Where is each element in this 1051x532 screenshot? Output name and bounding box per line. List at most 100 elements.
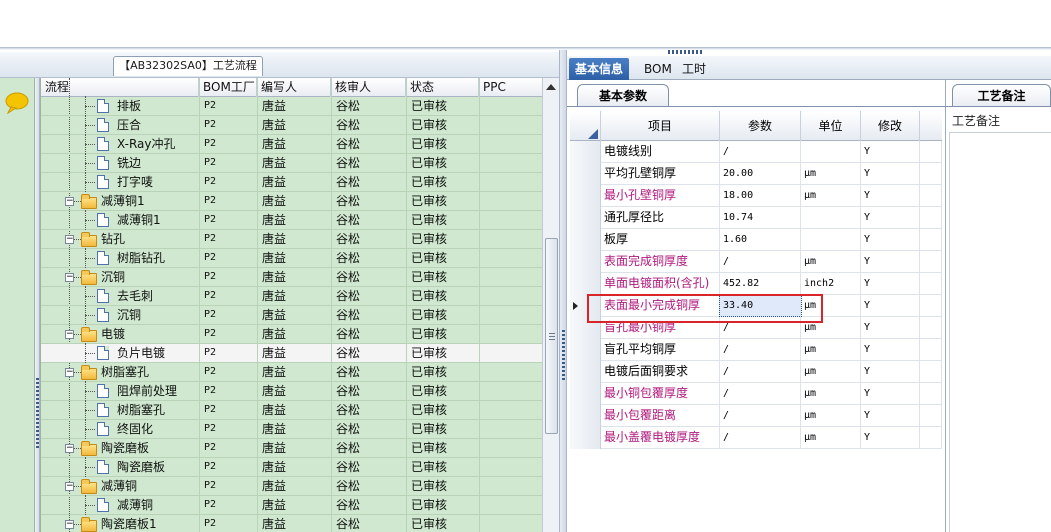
process-row[interactable]: 铣边 P2 唐益 谷松 已审核	[41, 153, 542, 173]
tab-bom[interactable]: BOM	[638, 58, 678, 80]
process-step-name: 树脂塞孔	[117, 403, 166, 417]
param-row[interactable]: 表面完成铜厚度 / μm Y	[570, 251, 942, 273]
param-value-cell[interactable]: /	[720, 405, 801, 426]
process-grid[interactable]: 流程 BOM工厂 编写人 核审人 状态 PPC 排板 P2 唐益 谷松 已审核 压合 P2 唐益 谷松 已审…	[40, 78, 542, 532]
process-row[interactable]: − 钻孔 P2 唐益 谷松 已审核	[41, 230, 542, 249]
col-modify[interactable]: 修改	[861, 111, 920, 141]
param-value-cell[interactable]: /	[720, 339, 801, 360]
row-indicator[interactable]	[570, 251, 601, 273]
param-value-cell[interactable]: 10.74	[720, 207, 801, 228]
process-row[interactable]: 负片电镀 P2 唐益 谷松 已审核	[41, 343, 542, 363]
param-row[interactable]: 电镀后面铜要求 / μm Y	[570, 361, 942, 383]
reviewer-cell: 谷松	[336, 327, 361, 341]
process-row[interactable]: 压合 P2 唐益 谷松 已审核	[41, 115, 542, 135]
tab-basic-params[interactable]: 基本参数	[577, 84, 669, 106]
param-value-cell[interactable]: /	[720, 361, 801, 382]
collapse-icon[interactable]: −	[65, 197, 74, 206]
param-value-cell[interactable]: 1.60	[720, 229, 801, 250]
process-row[interactable]: − 减薄铜1 P2 唐益 谷松 已审核	[41, 192, 542, 211]
process-row[interactable]: 减薄铜1 P2 唐益 谷松 已审核	[41, 210, 542, 230]
param-row[interactable]: 最小孔壁铜厚 18.00 μm Y	[570, 185, 942, 207]
process-row[interactable]: 树脂钻孔 P2 唐益 谷松 已审核	[41, 248, 542, 268]
collapse-icon[interactable]: −	[65, 482, 74, 491]
remark-input[interactable]	[949, 133, 1051, 532]
process-row[interactable]: 陶瓷磨板 P2 唐益 谷松 已审核	[41, 457, 542, 477]
col-ppc[interactable]: PPC	[479, 78, 542, 97]
row-indicator[interactable]	[570, 427, 601, 449]
param-value-cell[interactable]: 18.00	[720, 185, 801, 206]
process-row[interactable]: 阻焊前处理 P2 唐益 谷松 已审核	[41, 381, 542, 401]
process-row[interactable]: 排板 P2 唐益 谷松 已审核	[41, 96, 542, 116]
process-row[interactable]: 树脂塞孔 P2 唐益 谷松 已审核	[41, 400, 542, 420]
param-value-cell[interactable]: /	[720, 427, 801, 448]
row-indicator[interactable]	[570, 229, 601, 251]
collapse-icon[interactable]: −	[65, 273, 74, 282]
param-row[interactable]: 平均孔壁铜厚 20.00 μm Y	[570, 163, 942, 185]
process-row[interactable]: 减薄铜 P2 唐益 谷松 已审核	[41, 495, 542, 515]
middle-splitter[interactable]	[559, 50, 567, 532]
col-item[interactable]: 项目	[601, 111, 720, 141]
process-row[interactable]: − 减薄铜 P2 唐益 谷松 已审核	[41, 477, 542, 496]
process-row[interactable]: X-Ray冲孔 P2 唐益 谷松 已审核	[41, 134, 542, 154]
param-row[interactable]: 通孔厚径比 10.74 Y	[570, 207, 942, 229]
param-row[interactable]: 最小铜包覆厚度 / μm Y	[570, 383, 942, 405]
writer-cell: 唐益	[262, 118, 287, 132]
param-row[interactable]: 电镀线别 / Y	[570, 141, 942, 163]
param-value-cell[interactable]: 452.82	[720, 273, 801, 294]
tab-process-remark[interactable]: 工艺备注	[952, 84, 1051, 106]
collapse-icon[interactable]: −	[65, 368, 74, 377]
scroll-up-icon[interactable]	[546, 84, 556, 90]
param-value-cell[interactable]: /	[720, 141, 801, 162]
collapse-icon[interactable]: −	[65, 330, 74, 339]
row-indicator[interactable]	[570, 185, 601, 207]
tab-work-hours[interactable]: 工时	[676, 58, 712, 80]
scrollbar-thumb[interactable]	[545, 238, 558, 434]
col-unit[interactable]: 单位	[801, 111, 861, 141]
param-row[interactable]: 盲孔平均铜厚 / μm Y	[570, 339, 942, 361]
bom-factory-cell: P2	[204, 138, 217, 149]
param-value-cell[interactable]: /	[720, 383, 801, 404]
document-icon	[97, 384, 109, 398]
collapse-icon[interactable]: −	[65, 444, 74, 453]
folder-icon	[81, 365, 97, 380]
process-row[interactable]: − 陶瓷磨板1 P2 唐益 谷松 已审核	[41, 515, 542, 532]
col-reviewer[interactable]: 核审人	[331, 78, 406, 97]
row-indicator[interactable]	[570, 207, 601, 229]
row-indicator[interactable]	[570, 163, 601, 185]
process-row[interactable]: 终固化 P2 唐益 谷松 已审核	[41, 419, 542, 439]
col-value[interactable]: 参数	[720, 111, 801, 141]
col-bom-factory[interactable]: BOM工厂	[199, 78, 257, 97]
collapse-icon[interactable]: −	[65, 520, 74, 529]
process-row[interactable]: − 树脂塞孔 P2 唐益 谷松 已审核	[41, 363, 542, 382]
writer-cell: 唐益	[262, 251, 287, 265]
param-value-cell[interactable]: 20.00	[720, 163, 801, 184]
process-row[interactable]: − 陶瓷磨板 P2 唐益 谷松 已审核	[41, 439, 542, 458]
status-cell: 已审核	[411, 479, 448, 493]
row-indicator[interactable]	[570, 383, 601, 405]
row-indicator[interactable]	[570, 361, 601, 383]
param-row[interactable]: 单面电镀面积(含孔) 452.82 inch2 Y	[570, 273, 942, 295]
process-row[interactable]: 沉铜 P2 唐益 谷松 已审核	[41, 305, 542, 325]
process-grid-scrollbar[interactable]	[542, 78, 559, 532]
col-writer[interactable]: 编写人	[257, 78, 331, 97]
chat-bubble-icon[interactable]	[4, 92, 30, 114]
param-row[interactable]: 最小盖覆电镀厚度 / μm Y	[570, 427, 942, 449]
process-panel-title[interactable]: 【AB32302SA0】工艺流程	[113, 56, 263, 76]
process-row[interactable]: 去毛刺 P2 唐益 谷松 已审核	[41, 286, 542, 306]
process-row[interactable]: − 电镀 P2 唐益 谷松 已审核	[41, 325, 542, 344]
collapse-icon[interactable]: −	[65, 235, 74, 244]
param-value-cell[interactable]: /	[720, 251, 801, 272]
row-indicator[interactable]	[570, 405, 601, 427]
param-row[interactable]: 板厚 1.60 Y	[570, 229, 942, 251]
row-indicator[interactable]	[570, 141, 601, 163]
process-row[interactable]: 打字唛 P2 唐益 谷松 已审核	[41, 172, 542, 192]
bom-factory-cell: P2	[204, 252, 217, 263]
col-status[interactable]: 状态	[406, 78, 479, 97]
process-row[interactable]: − 沉铜 P2 唐益 谷松 已审核	[41, 268, 542, 287]
row-indicator[interactable]	[570, 273, 601, 295]
top-splitter-grip[interactable]	[668, 50, 704, 54]
row-indicator[interactable]	[570, 339, 601, 361]
param-row[interactable]: 最小包覆距离 / μm Y	[570, 405, 942, 427]
col-flow[interactable]: 流程	[41, 78, 199, 97]
tab-basic-info[interactable]: 基本信息	[569, 58, 630, 80]
